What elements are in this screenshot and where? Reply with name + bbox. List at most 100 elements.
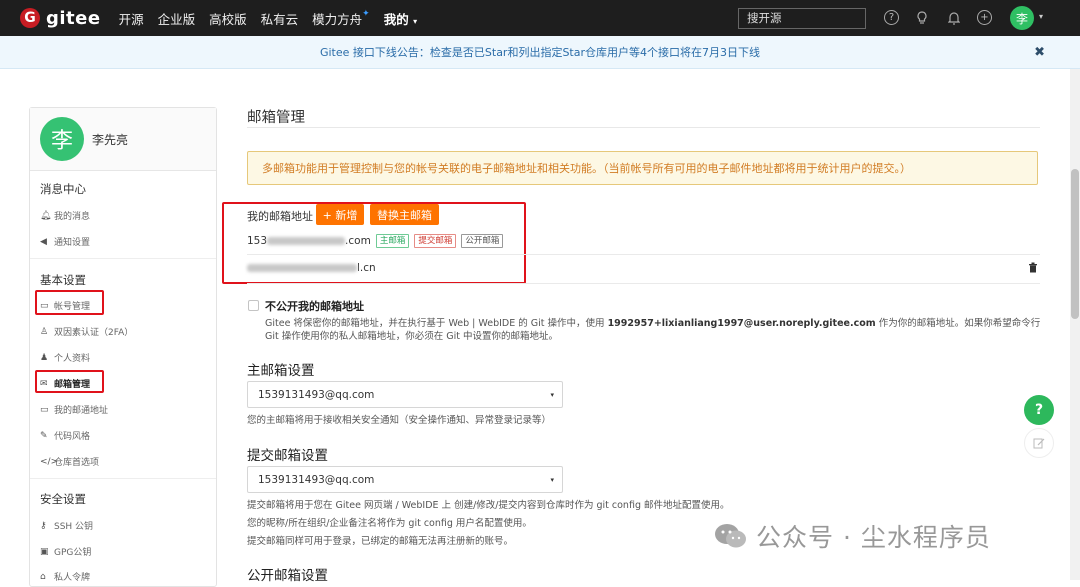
sidebar-item-label: 通知设置 — [54, 238, 91, 248]
chevron-down-icon: ▾ — [550, 391, 554, 399]
sidebar-item-2fa[interactable]: ♙ 双因素认证（2FA） — [40, 325, 134, 339]
wechat-icon — [715, 524, 746, 548]
add-email-button[interactable]: + 新增 — [316, 204, 364, 225]
redacted-text — [267, 237, 346, 245]
sidebar-item-notify-settings[interactable]: ◀︎ 通知设置 — [40, 235, 91, 249]
commit-email-hint: 提交邮箱将用于您在 Gitee 网页端 / WebIDE 上 创建/修改/提交内… — [247, 500, 730, 511]
annotation-box-account — [35, 290, 104, 315]
sidebar-item-label: GPG公钥 — [54, 548, 92, 558]
hide-email-label[interactable]: 不公开我的邮箱地址 — [265, 298, 364, 314]
sidebar-item-token[interactable]: ⌂ 私人令牌 — [40, 570, 91, 584]
public-email-tag: 公开邮箱 — [461, 234, 504, 248]
gitee-logo[interactable]: G gitee — [20, 8, 101, 29]
edit-icon — [1033, 438, 1045, 449]
top-navbar: G gitee 开源 企业版 高校版 私有云 模力方舟✦ 我的 ▾ 搜开源 ? … — [0, 0, 1080, 36]
user-lock-icon: ♙ — [40, 326, 49, 337]
divider — [30, 478, 216, 479]
primary-email-hint: 您的主邮箱将用于接收相关安全通知（安全操作通知、异常登录记录等） — [247, 415, 552, 426]
primary-email-value: 1539131493@qq.com — [258, 388, 375, 401]
divider — [247, 283, 1040, 284]
scrollbar-thumb[interactable] — [1071, 169, 1079, 319]
email-suffix: .com — [345, 235, 371, 247]
hide-email-description: Gitee 将保密你的邮箱地址，并在执行基于 Web | WebIDE 的 Gi… — [265, 317, 1045, 343]
warning-text: 多邮箱功能用于管理控制与您的帐号关联的电子邮箱地址和相关功能。（当前帐号所有可用… — [262, 162, 911, 175]
divider — [247, 254, 1040, 255]
sidebar-item-code-style[interactable]: ✎ 代码风格 — [40, 429, 90, 443]
help-button[interactable]: ? — [1024, 395, 1054, 425]
star-icon: ✦ — [362, 8, 370, 19]
chevron-down-icon: ▾ — [413, 16, 418, 26]
announcement-text[interactable]: Gitee 接口下线公告：检查是否已Star和列出指定Star仓库用户等4个接口… — [320, 44, 760, 60]
id-card-icon: ▭ — [40, 404, 49, 415]
speaker-icon: ◀︎ — [40, 236, 47, 247]
commit-email-hint: 您的昵称/所在组织/企业备注名将作为 git config 用户名配置使用。 — [247, 518, 532, 529]
feedback-button[interactable] — [1024, 428, 1054, 458]
page-scrollbar[interactable] — [1070, 69, 1080, 580]
sidebar-item-repo-prefs[interactable]: </> 仓库首选项 — [40, 455, 100, 469]
wechat-watermark: 公众号 · 尘水程序员 — [714, 518, 991, 554]
annotation-box-email-mgmt — [35, 370, 104, 393]
commit-email-tag: 提交邮箱 — [414, 234, 457, 248]
divider — [30, 258, 216, 259]
noreply-email: 1992957+lixianliang1997@user.noreply.git… — [607, 318, 876, 329]
nav-education[interactable]: 高校版 — [209, 9, 247, 28]
replace-primary-email-button[interactable]: 替换主邮箱 — [370, 204, 439, 225]
emails-label: 我的邮箱地址 — [247, 210, 313, 223]
nav-private-cloud[interactable]: 私有云 — [261, 9, 299, 28]
section-security: 安全设置 — [40, 492, 86, 506]
brush-icon: ✎ — [40, 430, 48, 441]
email-row: l.cn — [247, 262, 376, 274]
nav-mine-dropdown[interactable]: 我的 ▾ — [384, 9, 417, 28]
gitee-logo-icon: G — [20, 8, 40, 28]
sidebar-item-notify-address[interactable]: ▭ 我的邮通地址 — [40, 403, 109, 417]
hide-email-desc-1: Gitee 将保密你的邮箱地址，并在执行基于 Web | WebIDE 的 Gi… — [265, 318, 605, 329]
lock-icon: ▣ — [40, 546, 49, 557]
sidebar-item-label: 我的消息 — [54, 212, 91, 222]
gitee-logo-text: gitee — [46, 7, 101, 29]
sidebar-item-label: 我的邮通地址 — [54, 406, 109, 416]
primary-email-tag: 主邮箱 — [375, 234, 410, 248]
user-icon: ♟ — [40, 352, 49, 363]
avatar[interactable]: 李 — [40, 117, 84, 161]
commit-email-hint: 提交邮箱同样可用于登录，已绑定的邮箱无法再注册新的账号。 — [247, 536, 514, 547]
announcement-banner: Gitee 接口下线公告：检查是否已Star和列出指定Star仓库用户等4个接口… — [0, 36, 1080, 69]
commit-email-select[interactable]: 1539131493@qq.com ▾ — [247, 466, 563, 493]
bell-icon: 🔔︎ — [40, 210, 52, 221]
email-prefix: 153 — [247, 235, 268, 247]
nav-moli[interactable]: 模力方舟✦ — [312, 9, 370, 28]
trash-icon[interactable] — [1028, 262, 1038, 273]
nav-open-source[interactable]: 开源 — [119, 9, 144, 28]
bulb-icon[interactable] — [914, 10, 929, 25]
primary-email-title: 主邮箱设置 — [247, 363, 315, 379]
bell-icon[interactable] — [946, 10, 961, 25]
section-basic: 基本设置 — [40, 273, 86, 287]
sidebar-profile: 李 李先亮 — [30, 108, 216, 171]
avatar-chevron-down-icon[interactable]: ▾ — [1039, 12, 1043, 21]
help-icon[interactable]: ? — [884, 10, 899, 25]
commit-email-value: 1539131493@qq.com — [258, 473, 375, 486]
sidebar-item-label: 个人资料 — [54, 354, 91, 364]
divider — [247, 127, 1040, 128]
hide-email-checkbox[interactable] — [248, 300, 259, 311]
close-icon[interactable]: ✖ — [1034, 45, 1045, 60]
sidebar-item-gpg[interactable]: ▣ GPG公钥 — [40, 545, 92, 559]
nav-enterprise[interactable]: 企业版 — [158, 9, 196, 28]
sidebar-item-label: 仓库首选项 — [54, 458, 100, 468]
user-avatar[interactable]: 李 — [1010, 6, 1034, 30]
sidebar-item-profile[interactable]: ♟ 个人资料 — [40, 351, 91, 365]
settings-sidebar: 李 李先亮 消息中心 🔔︎ 我的消息 ◀︎ 通知设置 基本设置 ▭ 帐号管理 ♙ 双因素… — [29, 107, 217, 587]
sidebar-item-my-messages[interactable]: 🔔︎ 我的消息 — [40, 209, 91, 223]
primary-email-select[interactable]: 1539131493@qq.com ▾ — [247, 381, 563, 408]
page-title: 邮箱管理 — [247, 110, 305, 126]
code-icon: </> — [40, 456, 59, 467]
search-input[interactable]: 搜开源 — [738, 8, 866, 29]
sidebar-item-label: 私人令牌 — [54, 573, 91, 583]
sidebar-item-label: 双因素认证（2FA） — [54, 328, 134, 338]
user-name[interactable]: 李先亮 — [92, 131, 128, 148]
plus-icon[interactable]: + — [977, 10, 992, 25]
email-suffix: l.cn — [357, 262, 376, 274]
warning-alert: 多邮箱功能用于管理控制与您的帐号关联的电子邮箱地址和相关功能。（当前帐号所有可用… — [247, 151, 1038, 185]
key-icon: ⚷ — [40, 520, 47, 531]
nav-mine-label: 我的 — [383, 11, 409, 27]
sidebar-item-ssh[interactable]: ⚷ SSH 公钥 — [40, 519, 93, 533]
